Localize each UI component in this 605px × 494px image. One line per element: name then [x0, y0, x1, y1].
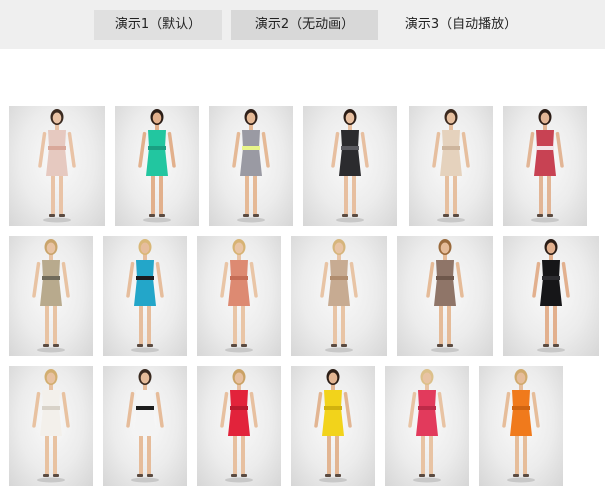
model-figure — [432, 109, 470, 223]
gallery-photo-dress-3[interactable] — [209, 106, 293, 226]
gallery-photo-dress-11[interactable] — [397, 236, 493, 356]
model-figure — [526, 109, 564, 223]
model-figure — [32, 239, 70, 353]
gallery-photo-dress-5[interactable] — [409, 106, 493, 226]
demo-tab-bar: 演示1（默认） 演示2（无动画） 演示3（自动播放） — [0, 0, 605, 49]
tab-demo-3[interactable]: 演示3（自动播放） — [392, 10, 530, 40]
tab-demo-1[interactable]: 演示1（默认） — [94, 10, 222, 40]
model-figure — [408, 369, 446, 483]
gallery-photo-dress-9[interactable] — [197, 236, 281, 356]
gallery-photo-dress-15[interactable] — [197, 366, 281, 486]
model-figure — [502, 369, 540, 483]
model-figure — [126, 239, 164, 353]
gallery-photo-dress-14[interactable] — [103, 366, 187, 486]
model-figure — [138, 109, 176, 223]
gallery-photo-dress-13[interactable] — [9, 366, 93, 486]
gallery-photo-dress-17[interactable] — [385, 366, 469, 486]
model-figure — [38, 109, 76, 223]
gallery-photo-dress-10[interactable] — [291, 236, 387, 356]
model-figure — [126, 369, 164, 483]
gallery-photo-dress-16[interactable] — [291, 366, 375, 486]
gallery-photo-dress-1[interactable] — [9, 106, 105, 226]
gallery-photo-dress-6[interactable] — [503, 106, 587, 226]
model-figure — [232, 109, 270, 223]
model-figure — [32, 369, 70, 483]
model-figure — [532, 239, 570, 353]
gallery-photo-dress-4[interactable] — [303, 106, 397, 226]
model-figure — [426, 239, 464, 353]
model-figure — [320, 239, 358, 353]
gallery-photo-dress-18[interactable] — [479, 366, 563, 486]
tab-demo-2[interactable]: 演示2（无动画） — [231, 10, 378, 40]
gallery-photo-dress-7[interactable] — [9, 236, 93, 356]
model-figure — [220, 239, 258, 353]
gallery-photo-dress-12[interactable] — [503, 236, 599, 356]
model-figure — [331, 109, 369, 223]
gallery-photo-dress-2[interactable] — [115, 106, 199, 226]
model-figure — [220, 369, 258, 483]
gallery-photo-dress-8[interactable] — [103, 236, 187, 356]
model-figure — [314, 369, 352, 483]
